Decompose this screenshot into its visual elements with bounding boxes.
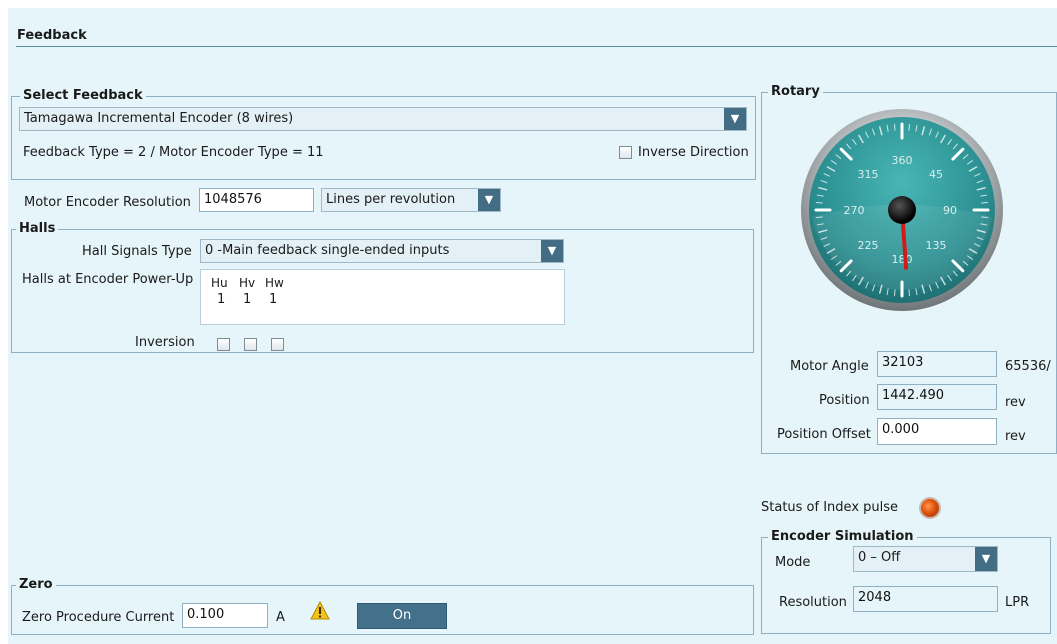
warning-icon (310, 600, 330, 621)
zero-group: Zero Zero Procedure Current 0.100 A On (11, 577, 754, 635)
dial-label-315: 315 (858, 168, 879, 181)
hall-signals-label: Hall Signals Type (82, 244, 192, 259)
dial-tick (908, 123, 910, 131)
position-field: 1442.490 (877, 384, 997, 410)
encoder-simulation-group: Encoder Simulation Mode 0 – Off ▼ Resolu… (761, 529, 1051, 634)
position-label: Position (819, 393, 870, 408)
dial-label-360: 360 (892, 154, 913, 167)
chevron-down-icon[interactable]: ▼ (724, 108, 746, 130)
sim-resolution-unit: LPR (1005, 595, 1030, 610)
dial-tick (894, 123, 896, 131)
select-feedback-legend: Select Feedback (20, 88, 146, 104)
halls-legend: Halls (16, 221, 59, 237)
hall-hw-name: Hw (265, 276, 284, 290)
halls-powerup-label: Halls at Encoder Power-Up (22, 272, 194, 287)
encoder-simulation-legend: Encoder Simulation (768, 529, 917, 545)
rotary-legend: Rotary (768, 84, 823, 100)
chevron-down-icon[interactable]: ▼ (541, 240, 563, 262)
feedback-panel: Feedback Select Feedback Tamagawa Increm… (8, 8, 1057, 644)
inverse-direction-checkbox[interactable] (619, 146, 632, 159)
halls-group: Halls Hall Signals Type 0 -Main feedback… (11, 221, 754, 353)
hall-hu-name: Hu (211, 276, 228, 290)
sim-resolution-label: Resolution (779, 595, 847, 610)
motor-angle-unit: 65536/ (1005, 359, 1051, 374)
hall-signals-value: 0 -Main feedback single-ended inputs (205, 243, 450, 258)
zero-current-unit: A (276, 610, 285, 625)
hall-hu-value: 1 (217, 292, 226, 307)
sim-resolution-field: 2048 (853, 586, 998, 612)
feedback-type-text: Feedback Type = 2 / Motor Encoder Type =… (23, 145, 324, 160)
position-offset-label: Position Offset (777, 427, 871, 442)
hall-hw-value: 1 (269, 292, 278, 307)
select-feedback-group: Select Feedback Tamagawa Incremental Enc… (11, 88, 756, 180)
inverse-direction-label: Inverse Direction (638, 145, 749, 160)
resolution-unit-value: Lines per revolution (326, 192, 456, 207)
position-unit: rev (1005, 395, 1026, 410)
motor-angle-label: Motor Angle (790, 359, 869, 374)
chevron-down-icon[interactable]: ▼ (478, 189, 500, 211)
index-pulse-label: Status of Index pulse (761, 500, 899, 515)
index-pulse-indicator (921, 499, 939, 517)
rotary-dial: 360 45 90 135 180 225 270 315 (801, 109, 1003, 311)
rotary-group: Rotary 360 45 90 135 180 225 270 315 Mot… (761, 84, 1057, 454)
zero-current-input[interactable]: 0.100 (182, 603, 268, 628)
feedback-select-value: Tamagawa Incremental Encoder (8 wires) (24, 111, 294, 126)
zero-legend: Zero (16, 577, 56, 593)
dial-tick (815, 202, 823, 204)
zero-current-label: Zero Procedure Current (22, 610, 175, 625)
hall-hv-name: Hv (239, 276, 256, 290)
inversion-hw-checkbox[interactable] (271, 338, 284, 351)
inversion-label: Inversion (135, 335, 195, 350)
motor-angle-field: 32103 (877, 351, 997, 377)
feedback-select[interactable]: Tamagawa Incremental Encoder (8 wires) ▼ (19, 107, 747, 131)
position-offset-input[interactable]: 0.000 (877, 418, 997, 445)
mode-select[interactable]: 0 – Off ▼ (853, 546, 998, 572)
hall-signals-select[interactable]: 0 -Main feedback single-ended inputs ▼ (200, 239, 564, 263)
resolution-input[interactable]: 1048576 (199, 188, 314, 212)
page-title: Feedback (17, 28, 87, 43)
halls-powerup-box: Hu Hv Hw 1 1 1 (200, 269, 565, 325)
dial-label-45: 45 (929, 168, 943, 181)
dial-tick (908, 289, 910, 297)
mode-select-value: 0 – Off (858, 550, 901, 565)
hall-hv-value: 1 (243, 292, 252, 307)
dial-tick (981, 202, 989, 204)
inversion-hv-checkbox[interactable] (244, 338, 257, 351)
chevron-down-icon[interactable]: ▼ (975, 547, 997, 571)
dial-hub (888, 196, 916, 224)
title-divider (16, 46, 1057, 47)
inversion-hu-checkbox[interactable] (217, 338, 230, 351)
resolution-label: Motor Encoder Resolution (24, 195, 191, 210)
mode-label: Mode (775, 555, 811, 570)
resolution-unit-select[interactable]: Lines per revolution ▼ (321, 188, 501, 212)
dial-tick (894, 289, 896, 297)
position-offset-unit: rev (1005, 429, 1026, 444)
zero-on-button[interactable]: On (357, 603, 447, 629)
